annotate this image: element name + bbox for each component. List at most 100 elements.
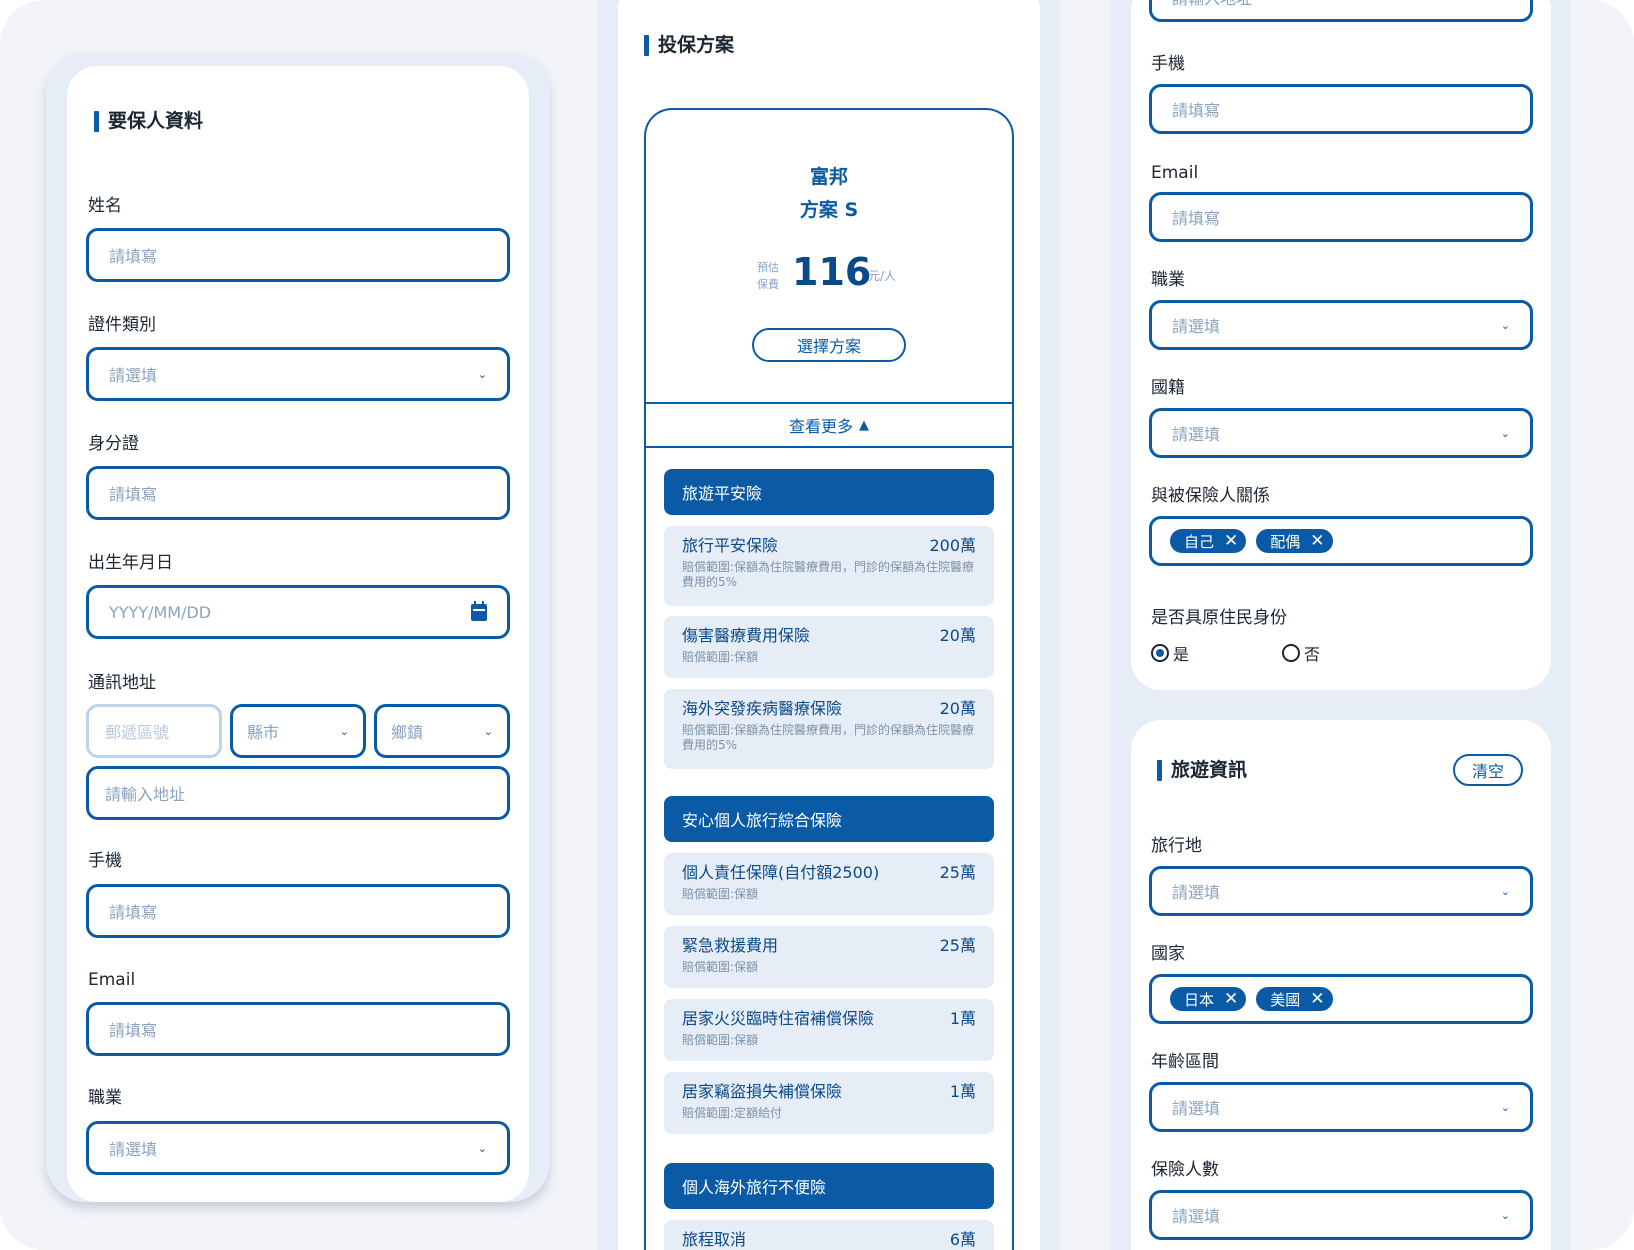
age-range-placeholder: 請選填 xyxy=(1172,1099,1221,1118)
job-select[interactable]: 請選填 ⌄ xyxy=(86,1121,510,1175)
name-input[interactable]: 請填寫 xyxy=(86,228,510,282)
close-icon[interactable]: ✕ xyxy=(1224,990,1238,1008)
aboriginal-label: 是否具原住民身份 xyxy=(1151,608,1287,628)
coverage-desc: 賠償範圍:保額為住院醫療費用，門診的保額為住院醫療費用的5% xyxy=(682,723,975,752)
chevron-down-icon: ⌄ xyxy=(483,724,493,738)
job-label: 職業 xyxy=(1151,270,1185,290)
coverage-name: 旅程取消 xyxy=(682,1230,747,1249)
city-select[interactable]: 縣市 ⌄ xyxy=(230,704,366,758)
triangle-up-icon: ▲ xyxy=(859,417,869,433)
street-placeholder: 請輸入地址 xyxy=(105,785,186,804)
category-inconvenience[interactable]: 個人海外旅行不便險 xyxy=(664,1163,994,1209)
close-icon[interactable]: ✕ xyxy=(1310,990,1324,1008)
coverage-name: 居家竊盜損失補償保險 xyxy=(682,1082,843,1101)
premium-unit: 元/人 xyxy=(868,269,897,283)
see-more-label: 查看更多 xyxy=(788,417,853,436)
coverage-name: 海外突發疾病醫療保險 xyxy=(682,699,843,718)
plan-insurer: 富邦 xyxy=(809,166,848,188)
coverage-item: 個人責任保障(自付額2500) 25萬 賠償範圍:保額 xyxy=(664,853,994,915)
mobile-label: 手機 xyxy=(1151,54,1185,74)
close-icon[interactable]: ✕ xyxy=(1310,532,1324,550)
premium-label-1: 預估 xyxy=(757,261,779,274)
job-select[interactable]: 請選填 ⌄ xyxy=(1149,300,1533,350)
chevron-down-icon: ⌄ xyxy=(1500,318,1510,332)
chevron-down-icon: ⌄ xyxy=(1500,1100,1510,1114)
coverage-amount: 1萬 xyxy=(949,1082,976,1101)
job-label: 職業 xyxy=(88,1088,122,1108)
relation-multiselect[interactable]: 自己 ✕ 配偶 ✕ xyxy=(1149,516,1533,566)
destination-label: 旅行地 xyxy=(1151,836,1202,856)
id-number-placeholder: 請填寫 xyxy=(109,485,158,504)
coverage-item: 海外突發疾病醫療保險 20萬 賠償範圍:保額為住院醫療費用，門診的保額為住院醫療費… xyxy=(664,689,994,769)
destination-select[interactable]: 請選填 ⌄ xyxy=(1149,866,1533,916)
nationality-label: 國籍 xyxy=(1151,378,1185,398)
travel-title: 旅遊資訊 xyxy=(1157,759,1247,781)
birthday-placeholder: YYYY/MM/DD xyxy=(109,602,212,622)
aboriginal-no-radio[interactable]: 否 xyxy=(1282,641,1320,665)
select-plan-button[interactable]: 選擇方案 xyxy=(752,328,906,362)
town-select[interactable]: 鄉鎮 ⌄ xyxy=(374,704,510,758)
insured-count-label: 保險人數 xyxy=(1151,1160,1219,1180)
see-more-toggle[interactable]: 查看更多 ▲ xyxy=(644,404,1014,446)
coverage-item: 旅行平安保險 200萬 賠償範圍:保額為住院醫療費用，門診的保額為住院醫療費用的5… xyxy=(664,526,994,606)
chevron-down-icon: ⌄ xyxy=(1500,426,1510,440)
street-input[interactable]: 請輸入地址 xyxy=(86,766,510,820)
nationality-placeholder: 請選填 xyxy=(1172,425,1221,444)
canvas: 要保人資料 姓名 請填寫 證件類別 請選填 ⌄ 身分證 請填寫 出生年月日 YY… xyxy=(0,0,1634,1250)
calendar-icon[interactable] xyxy=(471,600,487,621)
coverage-amount: 20萬 xyxy=(939,626,976,645)
insured-count-select[interactable]: 請選填 ⌄ xyxy=(1149,1190,1533,1240)
name-placeholder: 請填寫 xyxy=(109,247,158,266)
birthday-label: 出生年月日 xyxy=(88,553,173,573)
id-type-select[interactable]: 請選填 ⌄ xyxy=(86,347,510,401)
coverage-desc: 賠償範圍:定額給付 xyxy=(682,1106,783,1120)
email-input[interactable]: 請填寫 xyxy=(1149,192,1533,242)
chip-label: 自己 xyxy=(1184,532,1215,551)
job-placeholder: 請選填 xyxy=(1172,317,1221,336)
destination-placeholder: 請選填 xyxy=(1172,883,1221,902)
coverage-name: 個人責任保障(自付額2500) xyxy=(682,863,880,882)
radio-no-label: 否 xyxy=(1304,645,1321,664)
premium-amount: 116 xyxy=(792,250,872,294)
insured-count-placeholder: 請選填 xyxy=(1172,1207,1221,1226)
email-input[interactable]: 請填寫 xyxy=(86,1002,510,1056)
close-icon[interactable]: ✕ xyxy=(1224,532,1238,550)
city-placeholder: 縣市 xyxy=(247,723,280,742)
chevron-down-icon: ⌄ xyxy=(1500,884,1510,898)
age-range-label: 年齡區間 xyxy=(1151,1052,1219,1072)
coverage-item: 傷害醫療費用保險 20萬 賠償範圍:保額 xyxy=(664,616,994,678)
name-label: 姓名 xyxy=(88,196,122,216)
age-range-select[interactable]: 請選填 ⌄ xyxy=(1149,1082,1533,1132)
birthday-input[interactable]: YYYY/MM/DD xyxy=(86,585,510,639)
coverage-item: 緊急救援費用 25萬 賠償範圍:保額 xyxy=(664,926,994,988)
id-type-label: 證件類別 xyxy=(88,315,156,335)
coverage-amount: 1萬 xyxy=(949,1009,976,1028)
job-placeholder: 請選填 xyxy=(109,1140,158,1159)
aboriginal-yes-radio[interactable]: 是 xyxy=(1151,641,1189,665)
id-number-input[interactable]: 請填寫 xyxy=(86,466,510,520)
zip-placeholder: 郵遞區號 xyxy=(105,723,170,742)
category-travel-accident[interactable]: 旅遊平安險 xyxy=(664,469,994,515)
chevron-down-icon: ⌄ xyxy=(477,367,487,381)
radio-unselected-icon xyxy=(1282,644,1300,662)
plan-name: 方案 S xyxy=(799,199,859,221)
chip-label: 配偶 xyxy=(1270,532,1301,551)
chip-spouse: 配偶 ✕ xyxy=(1256,529,1333,553)
coverage-item: 居家火災臨時住宿補償保險 1萬 賠償範圍:保額 xyxy=(664,999,994,1061)
mobile-input[interactable]: 請填寫 xyxy=(86,884,510,938)
id-number-label: 身分證 xyxy=(88,434,139,454)
coverage-amount: 25萬 xyxy=(939,863,976,882)
coverage-desc: 賠償範圍:保額 xyxy=(682,650,759,664)
chip-self: 自己 ✕ xyxy=(1170,529,1247,553)
nationality-select[interactable]: 請選填 ⌄ xyxy=(1149,408,1533,458)
clear-button[interactable]: 清空 xyxy=(1453,754,1523,786)
category-comprehensive[interactable]: 安心個人旅行綜合保險 xyxy=(664,796,994,842)
zip-input[interactable]: 郵遞區號 xyxy=(86,704,222,758)
country-multiselect[interactable]: 日本 ✕ 美國 ✕ xyxy=(1149,974,1533,1024)
mobile-input[interactable]: 請填寫 xyxy=(1149,84,1533,134)
town-placeholder: 鄉鎮 xyxy=(391,723,424,742)
street-input[interactable]: 請輸入地址 xyxy=(1149,0,1533,22)
coverage-amount: 6萬 xyxy=(949,1230,976,1249)
mobile-placeholder: 請填寫 xyxy=(1172,101,1221,120)
coverage-desc: 賠償範圍:保額 xyxy=(682,1033,759,1047)
